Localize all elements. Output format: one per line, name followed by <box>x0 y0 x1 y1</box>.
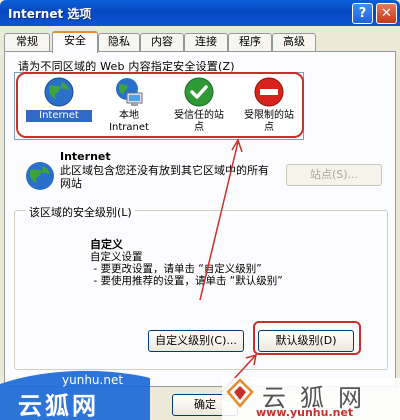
globe-icon <box>26 162 54 190</box>
tab-security[interactable]: 安全 <box>52 31 98 53</box>
close-button[interactable]: ✕ <box>376 3 397 24</box>
tab-programs[interactable]: 程序 <box>228 33 272 51</box>
watermark-left-url: yunhu.net <box>62 373 124 387</box>
zones-highlight-annotation <box>16 72 304 138</box>
default-level-highlight-annotation <box>253 321 361 355</box>
selected-zone-name: Internet <box>60 150 111 163</box>
tab-advanced[interactable]: 高级 <box>272 33 316 51</box>
watermark-right-url: www.yunhu.net <box>256 406 354 419</box>
watermark-left-name: 云狐网 <box>18 391 99 420</box>
security-level-label: 该区域的安全级别(L) <box>26 204 135 220</box>
custom-level-button[interactable]: 自定义级别(C)... <box>148 330 244 352</box>
security-level-description: 自定义设置 - 要更改设置，请单击 “自定义级别” - 要使用推荐的设置，请单击… <box>90 251 283 287</box>
tab-general[interactable]: 常规 <box>4 33 50 51</box>
title-bar: Internet 选项 ? ✕ <box>0 0 400 26</box>
selected-zone-description: 此区域包含您还没有放到其它区域中的所有网站 <box>60 164 269 190</box>
help-button[interactable]: ? <box>352 3 373 24</box>
security-level-title: 自定义 <box>90 238 123 251</box>
tab-content[interactable]: 内容 <box>140 33 184 51</box>
window-title: Internet 选项 <box>8 7 92 21</box>
sites-button[interactable]: 站点(S)... <box>286 164 382 186</box>
tab-privacy[interactable]: 隐私 <box>98 33 140 51</box>
tab-connections[interactable]: 连接 <box>184 33 228 51</box>
fox-logo-icon <box>226 378 254 408</box>
